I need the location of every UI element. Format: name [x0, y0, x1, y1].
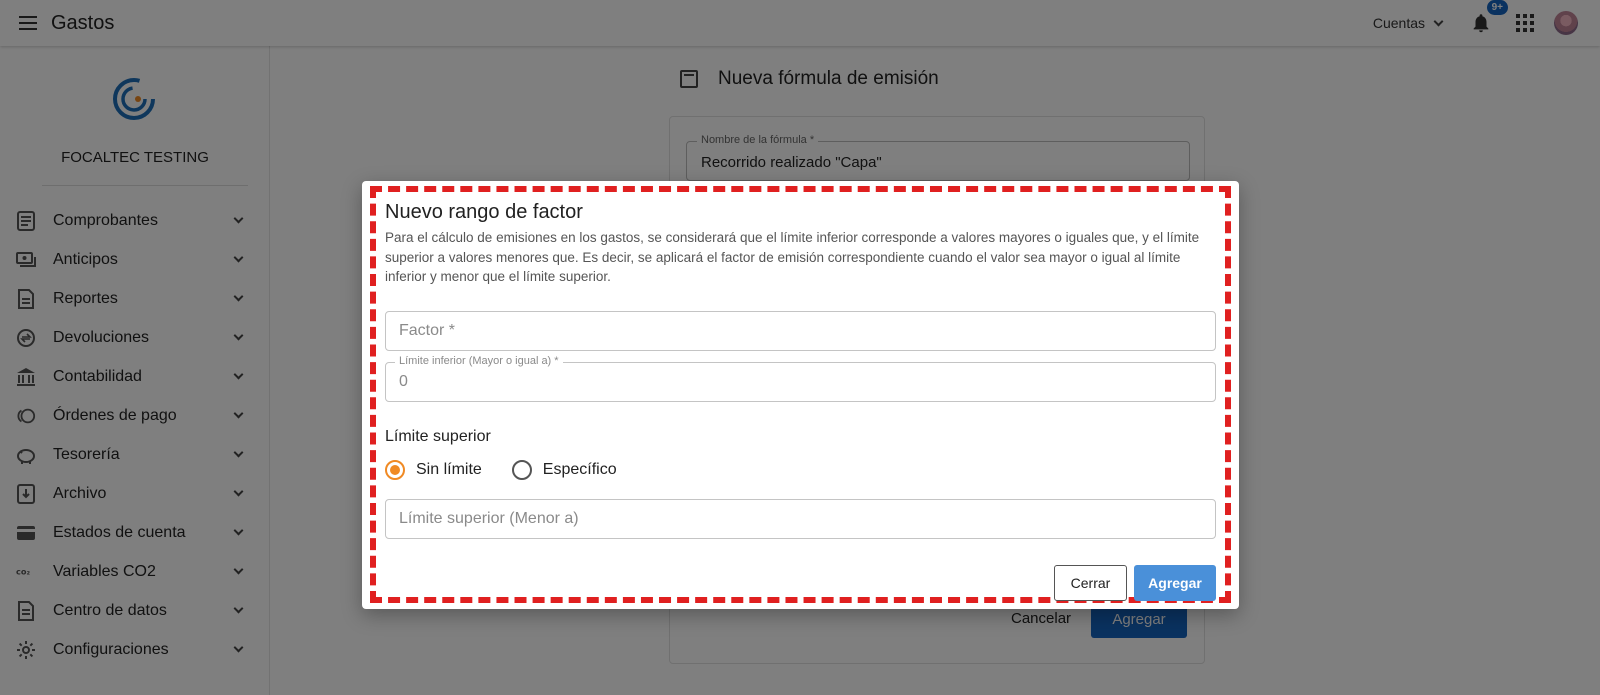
upper-limit-input[interactable]	[386, 500, 1215, 538]
upper-limit-field[interactable]	[385, 499, 1216, 539]
radio-specific[interactable]: Específico	[511, 460, 617, 480]
factor-input[interactable]	[386, 312, 1215, 350]
new-factor-range-dialog: Nuevo rango de factor Para el cálculo de…	[362, 181, 1239, 609]
radio-specific-label: Específico	[542, 461, 617, 478]
add-button[interactable]: Agregar	[1134, 565, 1216, 601]
radio-checked-icon	[385, 460, 405, 480]
lower-limit-field[interactable]: Límite inferior (Mayor o igual a) *	[385, 355, 1216, 402]
radio-no-limit-label: Sin límite	[416, 461, 482, 478]
lower-limit-input[interactable]	[386, 363, 1215, 401]
upper-limit-section-label: Límite superior	[385, 428, 491, 445]
dialog-description: Para el cálculo de emisiones en los gast…	[385, 230, 1200, 284]
dialog-title: Nuevo rango de factor	[385, 201, 583, 223]
upper-limit-radio-group: Sin límite Específico	[385, 460, 647, 480]
radio-unchecked-icon	[511, 460, 532, 480]
radio-no-limit[interactable]: Sin límite	[385, 460, 482, 480]
factor-field[interactable]	[385, 311, 1216, 351]
close-button[interactable]: Cerrar	[1054, 565, 1127, 601]
